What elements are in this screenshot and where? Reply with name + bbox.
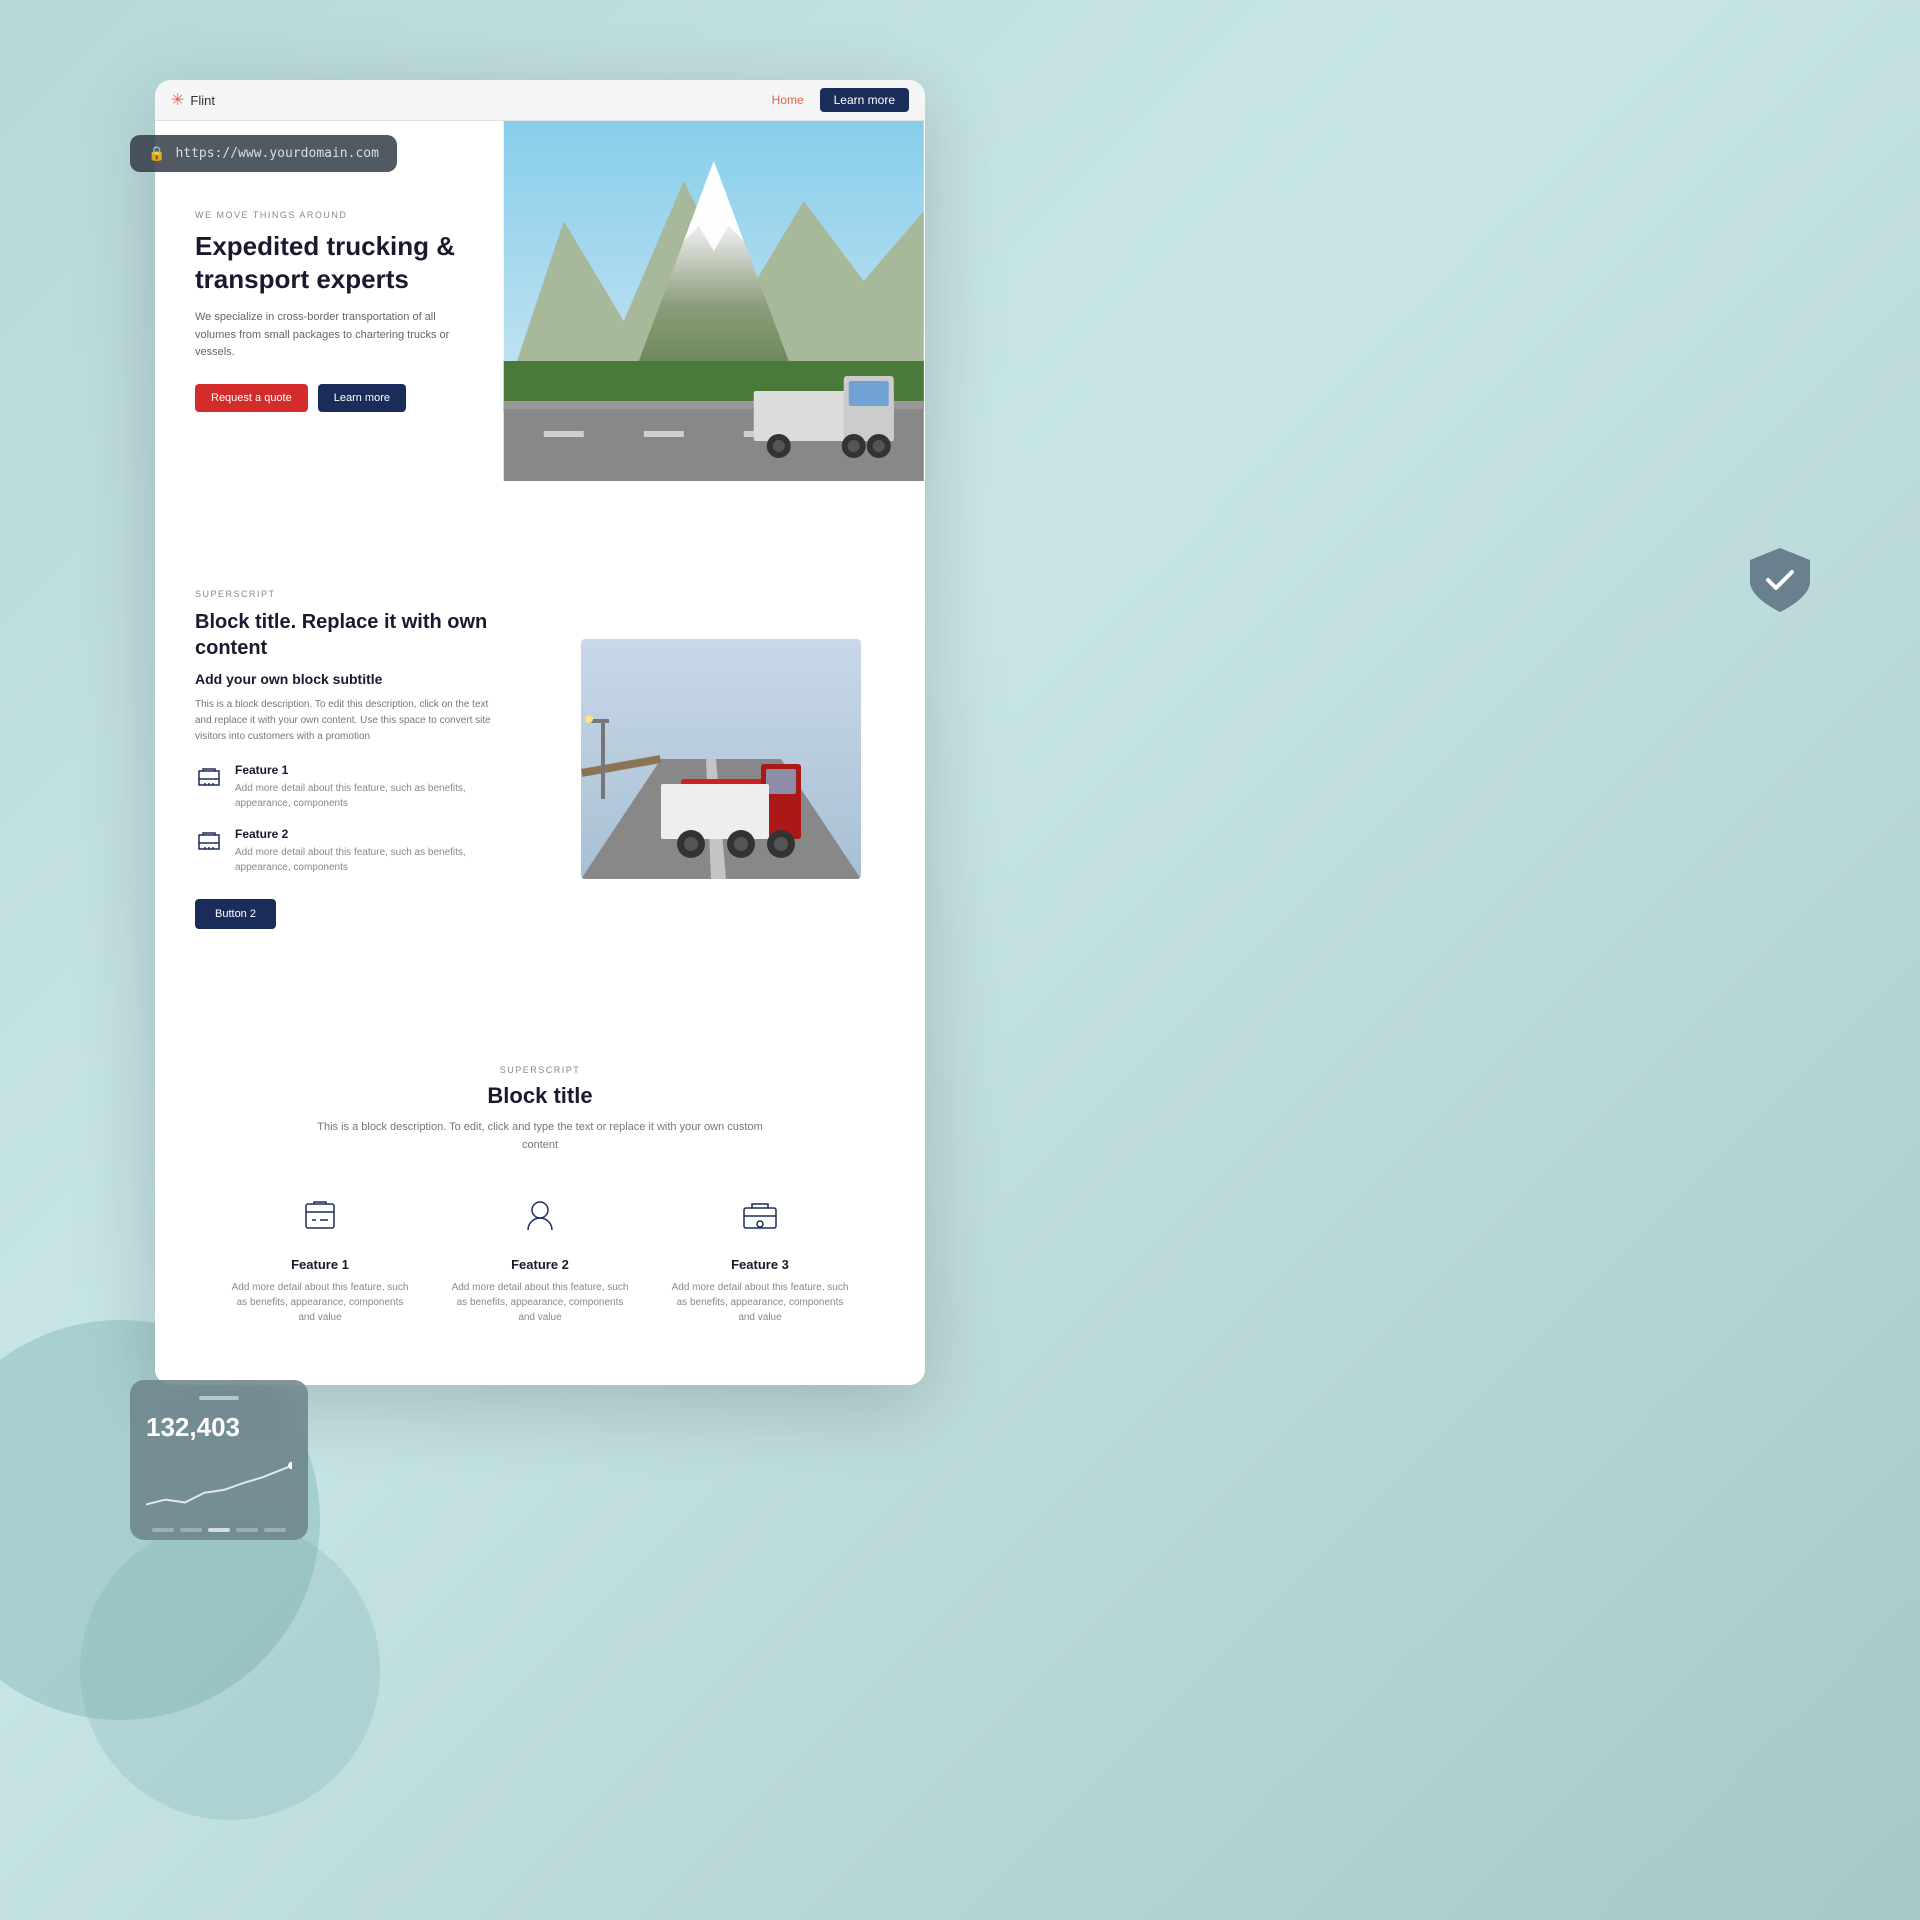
- feature-card-2-icon: [518, 1194, 562, 1238]
- feature-2-desc: Add more detail about this feature, such…: [235, 845, 493, 875]
- feature-1-title: Feature 1: [235, 763, 493, 777]
- stats-dot-5: [264, 1528, 286, 1532]
- feature-1-desc: Add more detail about this feature, such…: [235, 781, 493, 811]
- feature-card-3: Feature 3 Add more detail about this fea…: [670, 1194, 850, 1325]
- widget-handle: [199, 1396, 239, 1400]
- features-section: SUPERSCRIPT Block title This is a block …: [155, 1017, 925, 1385]
- stats-number: 132,403: [146, 1412, 292, 1443]
- lock-icon: 🔒: [148, 145, 165, 162]
- shield-widget: [1740, 540, 1820, 620]
- block-title: Block title. Replace it with own content: [195, 609, 493, 661]
- feature-item-1: Feature 1 Add more detail about this fea…: [195, 763, 493, 811]
- block-eyebrow: SUPERSCRIPT: [195, 589, 493, 599]
- feature-card-2-title: Feature 2: [450, 1257, 630, 1272]
- feature-item-2: Feature 2 Add more detail about this fea…: [195, 827, 493, 875]
- hero-eyebrow: WE MOVE THINGS AROUND: [195, 210, 470, 220]
- logo-text: Flint: [190, 93, 215, 108]
- nav-links: Home Learn more: [772, 88, 909, 112]
- stats-dot-2: [180, 1528, 202, 1532]
- browser-logo: ✳ Flint: [171, 90, 215, 110]
- feature-1-content: Feature 1 Add more detail about this fea…: [235, 763, 493, 811]
- url-text: https://www.yourdomain.com: [175, 146, 379, 161]
- hero-description: We specialize in cross-border transporta…: [195, 309, 470, 362]
- shield-icon: [1740, 540, 1820, 620]
- hero-title: Expedited trucking & transport experts: [195, 230, 470, 295]
- stats-dot-3: [208, 1528, 230, 1532]
- hero-left: WE MOVE THINGS AROUND Expedited trucking…: [155, 121, 502, 501]
- section-spacer-1: [155, 501, 925, 549]
- truck-road-scene: [581, 639, 861, 879]
- nav-learn-more-button[interactable]: Learn more: [820, 88, 909, 112]
- features-description: This is a block description. To edit, cl…: [310, 1119, 770, 1154]
- features-grid: Feature 1 Add more detail about this fea…: [195, 1194, 885, 1325]
- feature-card-1-title: Feature 1: [230, 1257, 410, 1272]
- browser-nav: ✳ Flint Home Learn more: [155, 80, 925, 121]
- features-title: Block title: [195, 1083, 885, 1109]
- feature-card-2-desc: Add more detail about this feature, such…: [450, 1280, 630, 1325]
- hero-section: WE MOVE THINGS AROUND Expedited trucking…: [155, 121, 925, 501]
- learn-more-button[interactable]: Learn more: [318, 384, 406, 412]
- stats-dot-1: [152, 1528, 174, 1532]
- block-left: SUPERSCRIPT Block title. Replace it with…: [155, 549, 525, 969]
- block-right: [525, 549, 925, 969]
- feature-card-3-desc: Add more detail about this feature, such…: [670, 1280, 850, 1325]
- features-eyebrow: SUPERSCRIPT: [195, 1065, 885, 1075]
- feature-card-1-desc: Add more detail about this feature, such…: [230, 1280, 410, 1325]
- feature-2-content: Feature 2 Add more detail about this fea…: [235, 827, 493, 875]
- feature-card-1-icon: [298, 1194, 342, 1238]
- hero-scene-image: [502, 121, 926, 481]
- request-quote-button[interactable]: Request a quote: [195, 384, 308, 412]
- stats-widget: 132,403: [130, 1380, 308, 1540]
- block-image: [581, 639, 861, 879]
- feature-card-3-title: Feature 3: [670, 1257, 850, 1272]
- section-spacer-2: [155, 969, 925, 1017]
- logo-icon: ✳: [171, 90, 184, 110]
- hero-buttons: Request a quote Learn more: [195, 384, 470, 412]
- feature-card-2: Feature 2 Add more detail about this fea…: [450, 1194, 630, 1325]
- block-description: This is a block description. To edit thi…: [195, 697, 493, 745]
- hero-image-container: [502, 121, 926, 501]
- stats-dot-4: [236, 1528, 258, 1532]
- feature-2-title: Feature 2: [235, 827, 493, 841]
- url-bar[interactable]: 🔒 https://www.yourdomain.com: [130, 135, 397, 172]
- feature-1-icon: [195, 765, 223, 793]
- feature-2-icon: [195, 829, 223, 857]
- block-section-1: SUPERSCRIPT Block title. Replace it with…: [155, 549, 925, 969]
- stats-chart: [146, 1455, 292, 1515]
- stats-dots: [146, 1528, 292, 1532]
- block-button-2[interactable]: Button 2: [195, 899, 276, 929]
- nav-home-link[interactable]: Home: [772, 93, 804, 107]
- browser-window: ✳ Flint Home Learn more WE MOVE THINGS A…: [155, 80, 925, 1385]
- block-subtitle: Add your own block subtitle: [195, 671, 493, 687]
- feature-card-3-icon: [738, 1194, 782, 1238]
- feature-card-1: Feature 1 Add more detail about this fea…: [230, 1194, 410, 1325]
